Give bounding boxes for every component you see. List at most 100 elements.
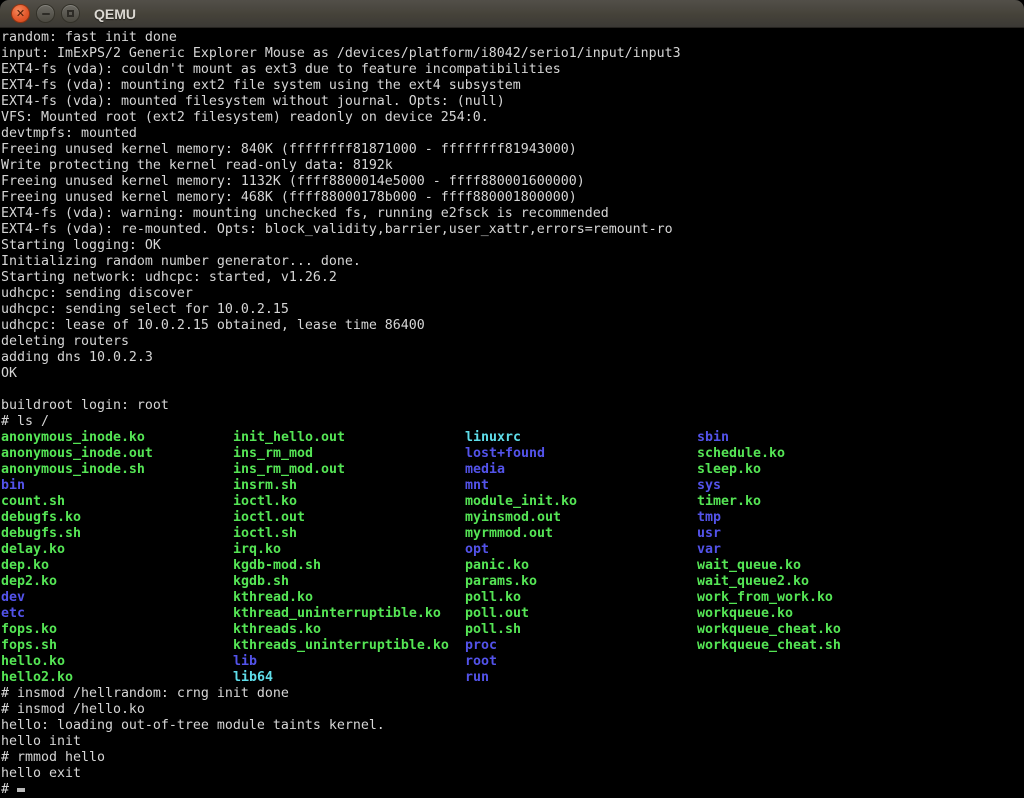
console-line: VFS: Mounted root (ext2 filesystem) read…: [1, 110, 1024, 126]
console-line: deleting routers: [1, 334, 1024, 350]
console-line: random: fast init done: [1, 30, 1024, 46]
file-entry: work_from_work.ko: [697, 590, 929, 606]
file-entry: kgdb-mod.sh: [233, 558, 465, 574]
file-entry: ioctl.out: [233, 510, 465, 526]
file-entry: schedule.ko: [697, 446, 929, 462]
minimize-icon: [42, 13, 50, 15]
ls-output-row: debugfs.koioctl.outmyinsmod.outtmp: [1, 510, 1024, 526]
file-entry: fops.sh: [1, 638, 233, 654]
file-entry: media: [465, 462, 697, 478]
file-entry: kthreads.ko: [233, 622, 465, 638]
file-entry: init_hello.out: [233, 430, 465, 446]
window-title: QEMU: [94, 6, 136, 22]
console-line: # ls /: [1, 414, 1024, 430]
file-entry: hello2.ko: [1, 670, 233, 686]
file-entry: tmp: [697, 510, 929, 526]
file-entry: workqueue_cheat.ko: [697, 622, 929, 638]
file-entry: delay.ko: [1, 542, 233, 558]
ls-output-row: fops.kokthreads.kopoll.shworkqueue_cheat…: [1, 622, 1024, 638]
console-line: adding dns 10.0.2.3: [1, 350, 1024, 366]
titlebar[interactable]: ✕ QEMU: [0, 0, 1024, 28]
ls-output-row: hello.kolibroot: [1, 654, 1024, 670]
console-line: EXT4-fs (vda): re-mounted. Opts: block_v…: [1, 222, 1024, 238]
file-entry: kthread_uninterruptible.ko: [233, 606, 465, 622]
console-line: EXT4-fs (vda): mounting ext2 file system…: [1, 78, 1024, 94]
qemu-window: ✕ QEMU random: fast init doneinput: ImEx…: [0, 0, 1024, 796]
file-entry: run: [465, 670, 697, 686]
file-entry: lost+found: [465, 446, 697, 462]
file-entry: mnt: [465, 478, 697, 494]
file-entry: insrm.sh: [233, 478, 465, 494]
file-entry: kgdb.sh: [233, 574, 465, 590]
file-entry: sbin: [697, 430, 929, 446]
console-line: Freeing unused kernel memory: 1132K (fff…: [1, 174, 1024, 190]
file-entry: module_init.ko: [465, 494, 697, 510]
file-entry: poll.ko: [465, 590, 697, 606]
file-entry: proc: [465, 638, 697, 654]
file-entry: workqueue_cheat.sh: [697, 638, 929, 654]
ls-output-row: count.shioctl.komodule_init.kotimer.ko: [1, 494, 1024, 510]
console-line: # rmmod hello: [1, 750, 1024, 766]
console-line: Starting network: udhcpc: started, v1.26…: [1, 270, 1024, 286]
file-entry: sys: [697, 478, 929, 494]
close-button[interactable]: ✕: [11, 4, 30, 23]
file-entry: ioctl.sh: [233, 526, 465, 542]
file-entry: debugfs.sh: [1, 526, 233, 542]
ls-output-row: hello2.kolib64run: [1, 670, 1024, 686]
file-entry: anonymous_inode.sh: [1, 462, 233, 478]
console-line: [1, 382, 1024, 398]
file-entry: kthreads_uninterruptible.ko: [233, 638, 465, 654]
console-line: buildroot login: root: [1, 398, 1024, 414]
console-line: EXT4-fs (vda): warning: mounting uncheck…: [1, 206, 1024, 222]
ls-output-row: bininsrm.shmntsys: [1, 478, 1024, 494]
console-line: EXT4-fs (vda): couldn't mount as ext3 du…: [1, 62, 1024, 78]
file-entry: poll.out: [465, 606, 697, 622]
file-entry: poll.sh: [465, 622, 697, 638]
console-line: Write protecting the kernel read-only da…: [1, 158, 1024, 174]
file-entry: dep.ko: [1, 558, 233, 574]
file-entry: fops.ko: [1, 622, 233, 638]
console-line: OK: [1, 366, 1024, 382]
console-line: input: ImExPS/2 Generic Explorer Mouse a…: [1, 46, 1024, 62]
console-line: udhcpc: sending discover: [1, 286, 1024, 302]
file-entry: wait_queue.ko: [697, 558, 929, 574]
ls-output-row: debugfs.shioctl.shmyrmmod.outusr: [1, 526, 1024, 542]
file-entry: myrmmod.out: [465, 526, 697, 542]
console-line: udhcpc: lease of 10.0.2.15 obtained, lea…: [1, 318, 1024, 334]
console-line: devtmpfs: mounted: [1, 126, 1024, 142]
file-entry: ioctl.ko: [233, 494, 465, 510]
console-line: Initializing random number generator... …: [1, 254, 1024, 270]
maximize-icon: [67, 10, 74, 17]
file-entry: bin: [1, 478, 233, 494]
console-line: EXT4-fs (vda): mounted filesystem withou…: [1, 94, 1024, 110]
ls-output-row: dep2.kokgdb.shparams.kowait_queue2.ko: [1, 574, 1024, 590]
file-entry: panic.ko: [465, 558, 697, 574]
file-entry: wait_queue2.ko: [697, 574, 929, 590]
terminal-console[interactable]: random: fast init doneinput: ImExPS/2 Ge…: [0, 28, 1024, 796]
minimize-button[interactable]: [36, 4, 55, 23]
console-line: Freeing unused kernel memory: 468K (ffff…: [1, 190, 1024, 206]
file-entry: sleep.ko: [697, 462, 929, 478]
file-entry: ins_rm_mod: [233, 446, 465, 462]
console-line: udhcpc: sending select for 10.0.2.15: [1, 302, 1024, 318]
ls-output-row: anonymous_inode.outins_rm_modlost+founds…: [1, 446, 1024, 462]
ls-output-row: anonymous_inode.koinit_hello.outlinuxrcs…: [1, 430, 1024, 446]
file-entry: timer.ko: [697, 494, 929, 510]
console-line: # insmod /hello.ko: [1, 702, 1024, 718]
file-entry: workqueue.ko: [697, 606, 929, 622]
file-entry: anonymous_inode.ko: [1, 430, 233, 446]
ls-output-row: delay.koirq.kooptvar: [1, 542, 1024, 558]
file-entry: root: [465, 654, 697, 670]
file-entry: dev: [1, 590, 233, 606]
ls-output-row: anonymous_inode.shins_rm_mod.outmediasle…: [1, 462, 1024, 478]
file-entry: lib: [233, 654, 465, 670]
ls-output-row: dep.kokgdb-mod.shpanic.kowait_queue.ko: [1, 558, 1024, 574]
file-entry: kthread.ko: [233, 590, 465, 606]
file-entry: hello.ko: [1, 654, 233, 670]
shell-prompt: #: [1, 782, 17, 797]
file-entry: usr: [697, 526, 929, 542]
ls-output-row: fops.shkthreads_uninterruptible.koprocwo…: [1, 638, 1024, 654]
file-entry: irq.ko: [233, 542, 465, 558]
maximize-button[interactable]: [61, 4, 80, 23]
terminal-cursor: [17, 788, 25, 792]
